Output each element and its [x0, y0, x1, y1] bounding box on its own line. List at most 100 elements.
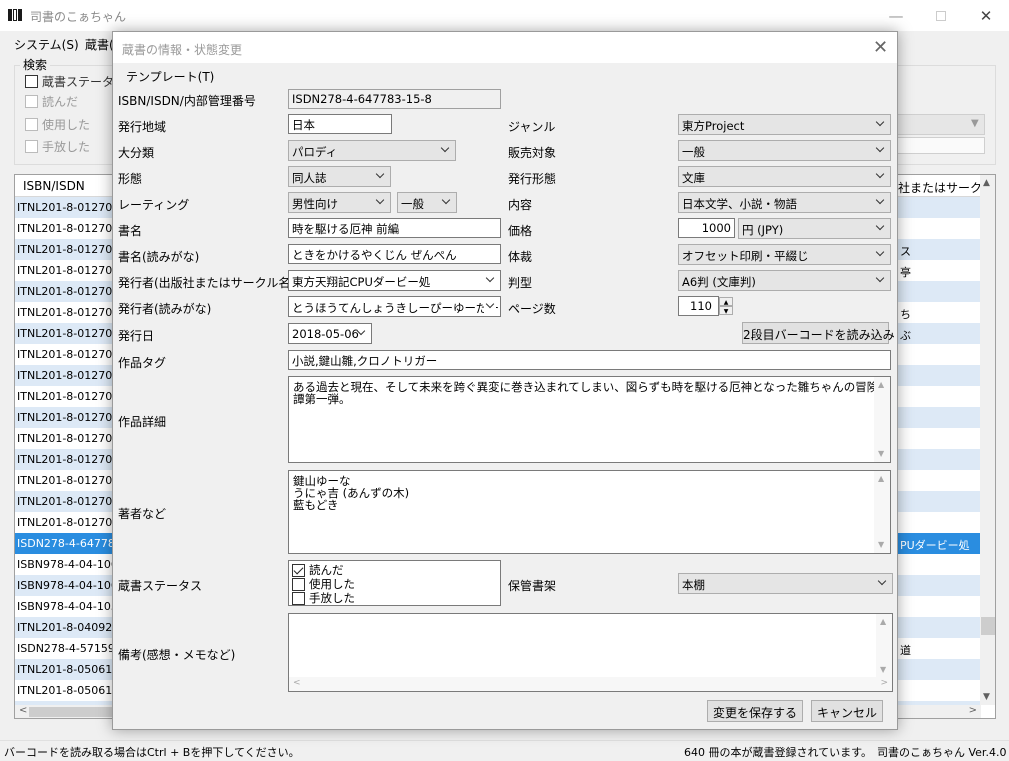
status-check-released[interactable]: 手放した: [292, 590, 355, 606]
grid-vertical-scrollbar[interactable]: ▲ ▼: [980, 175, 995, 705]
menu-system[interactable]: システム(S): [14, 36, 79, 53]
scroll-left-icon[interactable]: <: [19, 705, 27, 716]
chevron-down-icon: [439, 143, 451, 157]
authors-scrollbar[interactable]: ▲ ▼: [874, 471, 890, 553]
spin-down-icon[interactable]: ▼: [719, 306, 733, 315]
scroll-down-icon[interactable]: ▼: [983, 692, 990, 702]
chevron-down-icon: [374, 169, 386, 183]
cell-isbn: ITNL201-8-012702: [17, 369, 120, 382]
maximize-button[interactable]: [918, 0, 964, 31]
barcode-read-button[interactable]: 2段目バーコードを読み込み: [742, 322, 895, 344]
label-form: 形態: [118, 172, 143, 186]
label-binding: 体裁: [508, 250, 533, 264]
label-pub-date: 発行日: [118, 329, 155, 343]
label-isbn: ISBN/ISDN/内部管理番号: [118, 94, 256, 108]
column-header-isbn[interactable]: ISBN/ISDN: [23, 179, 85, 193]
publisher-combo[interactable]: 東方天翔記CPUダービー処: [288, 270, 501, 291]
dialog-close-button[interactable]: ✕: [873, 37, 888, 58]
search-check-read[interactable]: 読んだ: [25, 93, 78, 110]
cell-publisher: 道: [900, 644, 911, 657]
notes-hscroll[interactable]: < >: [289, 677, 892, 691]
minimize-button[interactable]: —: [873, 0, 919, 31]
content-select[interactable]: 日本文学、小説・物語: [678, 192, 891, 213]
cell-isbn: ITNL201-8-012702: [17, 411, 120, 424]
notes-vscroll[interactable]: ▲ ▼: [876, 614, 892, 678]
tags-input[interactable]: 小説,鍵山雛,クロノトリガー: [288, 350, 891, 370]
region-input[interactable]: 日本: [288, 114, 392, 134]
main-titlebar: 司書のこぁちゃん — ✕: [0, 0, 1009, 31]
isbn-field[interactable]: ISDN278-4-647783-15-8: [288, 89, 501, 109]
chevron-down-icon: [874, 169, 886, 183]
search-combo[interactable]: ▼: [885, 114, 985, 135]
price-input[interactable]: 1000: [678, 218, 735, 238]
cell-isbn: ITNL201-8-012702: [17, 453, 120, 466]
label-notes: 備考(感想・メモなど): [118, 648, 236, 662]
save-button[interactable]: 変更を保存する: [707, 700, 803, 722]
currency-select[interactable]: 円 (JPY): [738, 218, 891, 239]
search-check-released[interactable]: 手放した: [25, 138, 90, 155]
cell-isbn: ITNL201-8-012702: [17, 432, 120, 445]
publisher-reading-combo[interactable]: とうほうてんしょうきしーぴーゆーだーびーど: [288, 296, 501, 317]
pub-date-picker[interactable]: 2018-05-06: [288, 323, 372, 344]
label-title-reading: 書名(読みがな): [118, 250, 200, 264]
cancel-button[interactable]: キャンセル: [811, 700, 883, 722]
cell-isbn: ISDN278-4-571597: [17, 642, 122, 655]
author-line: うにゃ吉 (あんずの木): [293, 486, 410, 500]
details-scrollbar[interactable]: ▲ ▼: [874, 377, 890, 462]
binding-select[interactable]: オフセット印刷・平綴じ: [678, 244, 891, 265]
shelf-select[interactable]: 本棚: [678, 573, 893, 594]
chevron-down-icon: [874, 221, 886, 235]
size-select[interactable]: A6判 (文庫判): [678, 270, 891, 291]
chevron-down-icon: [484, 273, 496, 287]
details-textarea[interactable]: ある過去と現在、そして未来を跨ぐ異変に巻き込まれてしまい、図らずも時を駆ける厄神…: [288, 376, 891, 463]
chevron-down-icon: [874, 247, 886, 261]
cell-isbn: ITNL201-8-012703: [17, 474, 120, 487]
menu-template[interactable]: テンプレート(T): [126, 68, 214, 85]
status-count: 640 冊の本が蔵書登録されています。: [684, 746, 873, 759]
title-reading-input[interactable]: ときをかけるやくじん ぜんぺん: [288, 244, 501, 264]
close-button[interactable]: ✕: [963, 0, 1009, 31]
spin-up-icon[interactable]: ▲: [719, 297, 733, 306]
label-shelf: 保管書架: [508, 579, 557, 593]
checkbox-checked-icon[interactable]: [292, 563, 305, 577]
rating-sub-select[interactable]: 一般: [397, 192, 457, 213]
chevron-down-icon: [374, 195, 386, 209]
cell-isbn: ITNL201-8-012703: [17, 516, 120, 529]
cell-isbn: ITNL201-8-012702: [17, 390, 120, 403]
target-select[interactable]: 一般: [678, 140, 891, 161]
pages-input[interactable]: 110: [678, 296, 719, 316]
form-select[interactable]: 同人誌: [288, 166, 391, 187]
search-check-used[interactable]: 使用した: [25, 116, 90, 133]
label-pages: ページ数: [508, 302, 556, 316]
chevron-down-icon: [874, 195, 886, 209]
cell-isbn: ISBN978-4-04-106: [17, 579, 118, 592]
cell-isbn: ITNL201-8-012703: [17, 495, 120, 508]
cell-publisher: ち: [900, 308, 911, 321]
label-tags: 作品タグ: [118, 356, 167, 370]
label-target: 販売対象: [508, 146, 557, 160]
menu-books[interactable]: 蔵書(: [85, 36, 114, 53]
scroll-thumb[interactable]: [981, 617, 995, 635]
chevron-down-icon: [440, 195, 452, 209]
search-check-status[interactable]: 蔵書ステータス: [25, 73, 126, 90]
authors-textarea[interactable]: 鍵山ゆーな うにゃ吉 (あんずの木) 藍もどき ▲ ▼: [288, 470, 891, 554]
scroll-up-icon[interactable]: ▲: [983, 178, 990, 188]
status-version: 司書のこぁちゃん Ver.4.0: [877, 746, 1007, 759]
category-select[interactable]: パロディ: [288, 140, 456, 161]
cell-isbn: ITNL201-8-012702: [17, 348, 120, 361]
cell-isbn: ITNL201-8-012702: [17, 264, 120, 277]
issue-form-select[interactable]: 文庫: [678, 166, 891, 187]
checkbox-icon[interactable]: [292, 577, 305, 591]
checkbox-icon[interactable]: [292, 591, 305, 605]
search-field[interactable]: [885, 137, 985, 154]
app-icon: [8, 9, 22, 21]
genre-select[interactable]: 東方Project: [678, 114, 891, 135]
notes-textarea[interactable]: ▲ ▼ < >: [288, 613, 893, 692]
label-category: 大分類: [118, 146, 155, 160]
author-line: 藍もどき: [293, 498, 339, 512]
scroll-right-icon[interactable]: >: [969, 705, 977, 716]
status-hint: バーコードを読み取る場合はCtrl + Bを押下してください。: [4, 746, 300, 759]
pages-spinner[interactable]: ▲ ▼: [719, 297, 733, 315]
rating-select[interactable]: 男性向け: [288, 192, 391, 213]
book-title-input[interactable]: 時を駆ける厄神 前編: [288, 218, 501, 238]
